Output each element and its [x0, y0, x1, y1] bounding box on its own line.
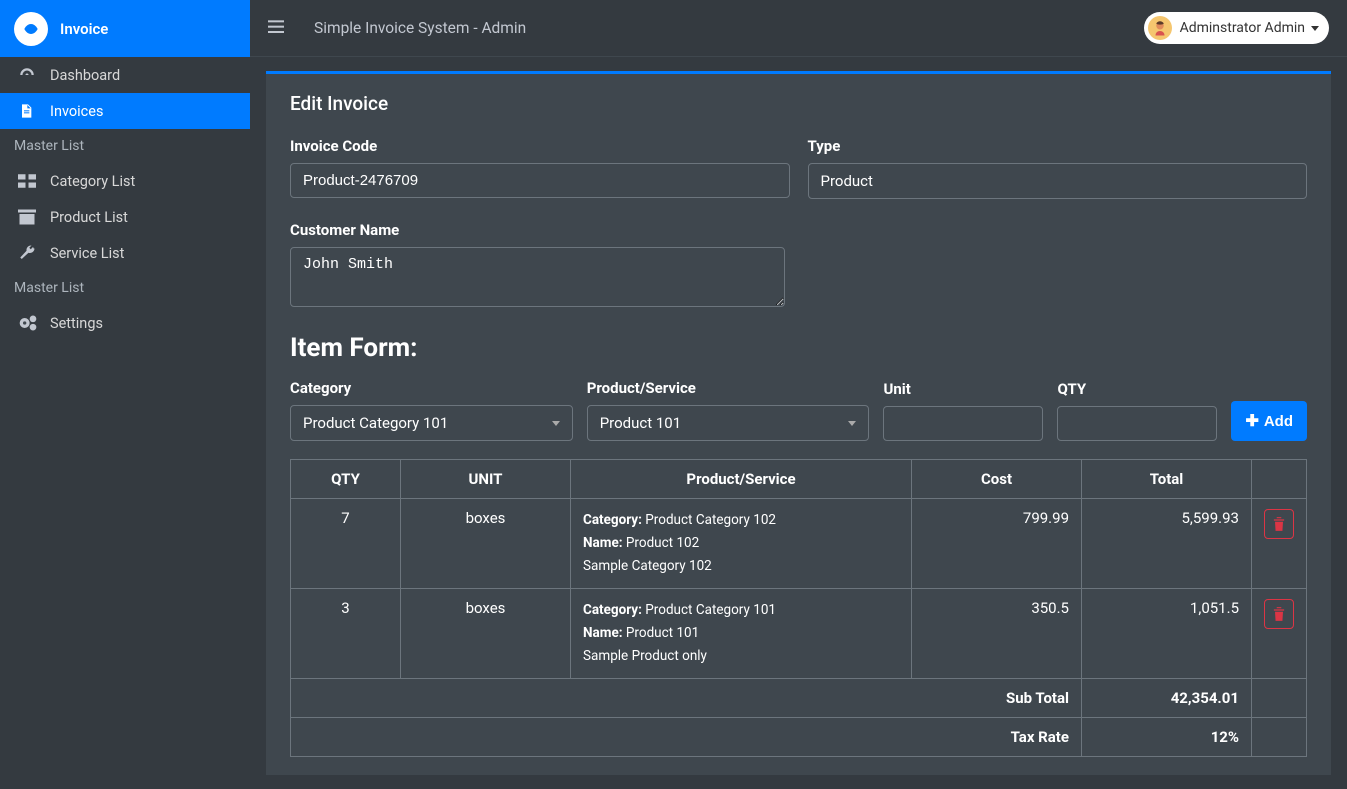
sidebar-item-service-list[interactable]: Service List — [0, 235, 250, 271]
chevron-down-icon — [552, 421, 560, 426]
subtotal-label: Sub Total — [291, 678, 1082, 717]
plus-icon: ✚ — [1245, 411, 1258, 431]
th-qty: QTY — [291, 460, 401, 499]
select-category[interactable]: Product Category 101 — [290, 405, 573, 441]
file-icon — [18, 102, 40, 120]
caret-down-icon — [1311, 26, 1319, 31]
avatar-icon — [1148, 16, 1172, 40]
sidebar: Invoice Dashboard Invoices Master List C… — [0, 0, 250, 768]
cell-qty: 3 — [291, 588, 401, 678]
sidebar-label: Dashboard — [50, 67, 120, 84]
taxrate-row: Tax Rate 12% — [291, 717, 1307, 756]
sidebar-section-header: Master List — [0, 129, 250, 163]
cell-product: Category: Product Category 102 Name: Pro… — [571, 499, 912, 589]
add-button[interactable]: ✚ Add — [1231, 401, 1307, 441]
select-product[interactable]: Product 101 — [587, 405, 870, 441]
select-product-value: Product 101 — [600, 414, 681, 432]
taxrate-label: Tax Rate — [291, 717, 1082, 756]
th-cost: Cost — [912, 460, 1082, 499]
cell-qty: 7 — [291, 499, 401, 589]
app-title: Simple Invoice System - Admin — [314, 19, 526, 37]
brand-logo-icon — [14, 12, 48, 46]
subtotal-row: Sub Total 42,354.01 — [291, 678, 1307, 717]
cell-total: 5,599.93 — [1082, 499, 1252, 589]
select-category-value: Product Category 101 — [303, 414, 448, 432]
sidebar-item-category-list[interactable]: Category List — [0, 163, 250, 199]
subtotal-value: 42,354.01 — [1082, 678, 1252, 717]
th-actions — [1252, 460, 1307, 499]
label-customer: Customer Name — [290, 221, 785, 239]
input-invoice-code[interactable] — [290, 163, 790, 198]
wrench-icon — [18, 244, 40, 262]
label-invoice-code: Invoice Code — [290, 137, 790, 155]
trash-icon — [1272, 516, 1286, 532]
dashboard-icon — [18, 66, 40, 84]
list-icon — [18, 172, 40, 190]
box-icon — [18, 208, 40, 226]
brand-title: Invoice — [60, 20, 108, 38]
topbar: Simple Invoice System - Admin Adminstrat… — [250, 0, 1347, 57]
sidebar-label: Product List — [50, 209, 128, 226]
delete-button[interactable] — [1264, 509, 1294, 539]
item-form-title: Item Form: — [290, 333, 1307, 363]
taxrate-value: 12% — [1082, 717, 1252, 756]
input-customer-name[interactable] — [290, 247, 785, 307]
label-product: Product/Service — [587, 379, 870, 397]
sidebar-label: Category List — [50, 173, 135, 190]
input-unit[interactable] — [883, 406, 1043, 441]
user-name: Adminstrator Admin — [1180, 20, 1305, 36]
sidebar-item-settings[interactable]: Settings — [0, 305, 250, 341]
cell-unit: boxes — [401, 499, 571, 589]
cell-cost: 350.5 — [912, 588, 1082, 678]
select-type[interactable]: Product — [808, 163, 1308, 199]
input-qty[interactable] — [1057, 406, 1217, 441]
th-total: Total — [1082, 460, 1252, 499]
cell-cost: 799.99 — [912, 499, 1082, 589]
sidebar-section-header: Master List — [0, 271, 250, 305]
edit-invoice-card: Edit Invoice Invoice Code Type Product C… — [266, 71, 1331, 775]
sidebar-item-product-list[interactable]: Product List — [0, 199, 250, 235]
label-type: Type — [808, 137, 1308, 155]
items-table: QTY UNIT Product/Service Cost Total 7 bo… — [290, 459, 1307, 757]
table-row: 7 boxes Category: Product Category 102 N… — [291, 499, 1307, 589]
table-row: 3 boxes Category: Product Category 101 N… — [291, 588, 1307, 678]
sidebar-label: Service List — [50, 245, 124, 262]
sidebar-item-dashboard[interactable]: Dashboard — [0, 57, 250, 93]
cell-total: 1,051.5 — [1082, 588, 1252, 678]
sidebar-label: Settings — [50, 315, 103, 332]
chevron-down-icon — [848, 421, 856, 426]
delete-button[interactable] — [1264, 599, 1294, 629]
th-unit: UNIT — [401, 460, 571, 499]
label-unit: Unit — [883, 380, 1043, 398]
sidebar-label: Invoices — [50, 103, 103, 120]
sidebar-item-invoices[interactable]: Invoices — [0, 93, 250, 129]
menu-toggle-icon[interactable] — [268, 19, 284, 38]
cell-unit: boxes — [401, 588, 571, 678]
label-category: Category — [290, 379, 573, 397]
cell-product: Category: Product Category 101 Name: Pro… — [571, 588, 912, 678]
add-button-label: Add — [1264, 413, 1293, 430]
label-qty: QTY — [1057, 380, 1217, 398]
th-product: Product/Service — [571, 460, 912, 499]
user-menu[interactable]: Adminstrator Admin — [1144, 12, 1329, 44]
page-title: Edit Invoice — [290, 92, 1307, 115]
trash-icon — [1272, 606, 1286, 622]
select-type-value: Product — [821, 172, 873, 190]
brand[interactable]: Invoice — [0, 0, 250, 57]
cogs-icon — [18, 314, 40, 332]
